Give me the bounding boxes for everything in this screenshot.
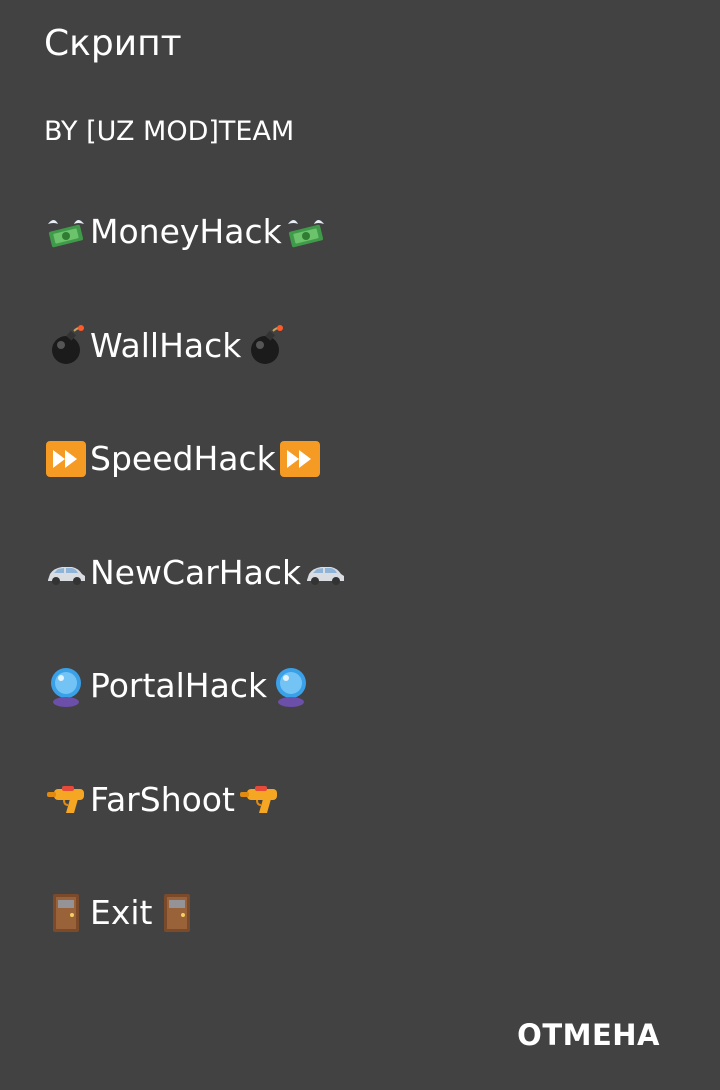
water-pistol-icon	[237, 777, 281, 821]
fast-forward-icon	[278, 437, 322, 481]
dialog-subtitle: BY [UZ MOD]TEAM	[44, 116, 295, 147]
crystal-ball-icon	[44, 664, 88, 708]
car-icon	[44, 550, 88, 594]
bomb-icon	[44, 323, 88, 367]
dialog-title: Скрипт	[44, 23, 182, 64]
car-icon	[303, 550, 347, 594]
menu-item-speedhack[interactable]: SpeedHack	[0, 402, 720, 516]
door-icon	[155, 891, 199, 935]
menu-item-farshoot[interactable]: FarShoot	[0, 743, 720, 857]
menu-item-portalhack[interactable]: PortalHack	[0, 629, 720, 743]
menu-list: MoneyHack WallHack SpeedHack NewCarHack …	[0, 175, 720, 970]
water-pistol-icon	[44, 777, 88, 821]
door-icon	[44, 891, 88, 935]
menu-item-label: PortalHack	[90, 666, 268, 706]
menu-item-moneyhack[interactable]: MoneyHack	[0, 175, 720, 289]
menu-item-label: FarShoot	[90, 779, 235, 819]
menu-item-label: SpeedHack	[90, 439, 276, 479]
fast-forward-icon	[44, 437, 88, 481]
script-dialog: Скрипт BY [UZ MOD]TEAM MoneyHack WallHac…	[0, 0, 720, 1090]
menu-item-newcarhack[interactable]: NewCarHack	[0, 516, 720, 630]
menu-item-label: MoneyHack	[90, 212, 282, 252]
menu-item-wallhack[interactable]: WallHack	[0, 289, 720, 403]
flying-money-icon	[44, 210, 88, 254]
menu-item-exit[interactable]: Exit	[0, 856, 720, 970]
bomb-icon	[243, 323, 287, 367]
menu-item-label: NewCarHack	[90, 552, 302, 592]
cancel-button[interactable]: ОТМЕНА	[513, 1012, 664, 1058]
flying-money-icon	[284, 210, 328, 254]
menu-item-label: WallHack	[90, 325, 242, 365]
menu-item-label: Exit	[90, 893, 153, 933]
crystal-ball-icon	[269, 664, 313, 708]
